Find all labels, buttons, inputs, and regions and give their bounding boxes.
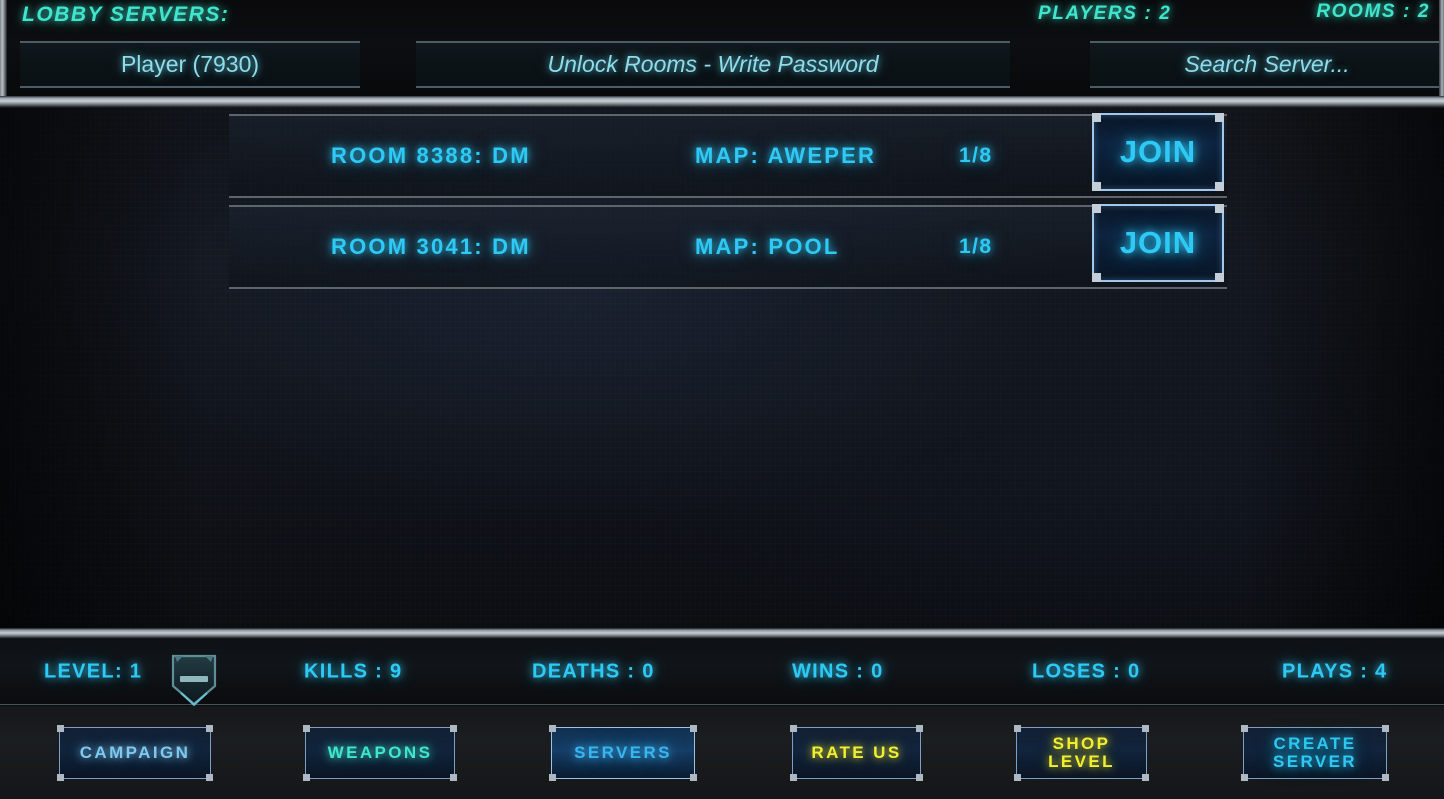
- corner-marker-icon: [450, 725, 457, 732]
- nav-button-rate-us[interactable]: RATE US: [790, 725, 923, 781]
- corner-marker-icon: [57, 725, 64, 732]
- join-button[interactable]: JOIN: [1092, 113, 1224, 191]
- corner-marker-icon: [790, 774, 797, 781]
- nav-button-campaign[interactable]: CAMPAIGN: [57, 725, 213, 781]
- header-title-row: LOBBY SERVERS: PLAYERS : 2 ROOMS : 2: [0, 0, 1444, 34]
- stat-wins: WINS : 0: [792, 660, 884, 682]
- room-slots: 1/8: [959, 235, 993, 258]
- room-map: MAP: AWEPER: [695, 143, 877, 168]
- corner-marker-icon: [1142, 774, 1149, 781]
- nav-label-rate-us: RATE US: [811, 743, 902, 763]
- player-name-value: Player (7930): [120, 51, 260, 77]
- corner-marker-icon: [1215, 113, 1224, 122]
- join-button[interactable]: JOIN: [1092, 204, 1224, 282]
- nav-label-create-server: CREATE SERVER: [1272, 734, 1357, 771]
- join-button-label: JOIN: [1119, 134, 1197, 169]
- nav-label-shop-level: SHOP LEVEL: [1048, 734, 1115, 771]
- corner-marker-icon: [790, 725, 797, 732]
- corner-marker-icon: [206, 725, 213, 732]
- corner-marker-icon: [1382, 725, 1389, 732]
- corner-marker-icon: [1241, 774, 1248, 781]
- unlock-password-input[interactable]: Unlock Rooms - Write Password: [416, 41, 1010, 88]
- nav-button-servers[interactable]: SERVERS: [549, 725, 697, 781]
- corner-marker-icon: [1215, 204, 1224, 213]
- footer-divider: [0, 628, 1444, 639]
- room-map: MAP: POOL: [695, 234, 840, 259]
- corner-marker-icon: [1092, 113, 1101, 122]
- header-divider: [0, 96, 1444, 108]
- server-list-panel: ROOM 8388: DM MAP: AWEPER 1/8 JOIN ROOM …: [0, 108, 1444, 628]
- corner-marker-icon: [57, 774, 64, 781]
- nav-label-campaign: CAMPAIGN: [79, 743, 191, 763]
- table-row[interactable]: ROOM 8388: DM MAP: AWEPER 1/8 JOIN: [229, 113, 1227, 198]
- rooms-count-label: ROOMS : 2: [1316, 1, 1430, 22]
- stat-loses: LOSES : 0: [1032, 660, 1141, 682]
- player-name-input[interactable]: Player (7930): [20, 41, 360, 88]
- corner-marker-icon: [1241, 725, 1248, 732]
- nav-button-weapons[interactable]: WEAPONS: [303, 725, 457, 781]
- nav-label-weapons: WEAPONS: [327, 743, 433, 763]
- stat-level: LEVEL: 1: [44, 660, 143, 682]
- search-server-input[interactable]: Search Server...: [1090, 41, 1444, 88]
- corner-marker-icon: [303, 774, 310, 781]
- room-list: ROOM 8388: DM MAP: AWEPER 1/8 JOIN ROOM …: [229, 113, 1227, 296]
- stat-plays: PLAYS : 4: [1282, 660, 1388, 682]
- players-count-label: PLAYERS : 2: [1038, 3, 1172, 24]
- corner-marker-icon: [549, 774, 556, 781]
- table-row[interactable]: ROOM 3041: DM MAP: POOL 1/8 JOIN: [229, 204, 1227, 289]
- corner-marker-icon: [1092, 204, 1101, 213]
- page-title: LOBBY SERVERS:: [22, 3, 230, 26]
- corner-marker-icon: [303, 725, 310, 732]
- level-shield-icon: [167, 652, 221, 708]
- corner-marker-icon: [206, 774, 213, 781]
- room-slots: 1/8: [959, 144, 993, 167]
- join-button-label: JOIN: [1119, 225, 1197, 260]
- stat-deaths: DEATHS : 0: [532, 660, 655, 682]
- corner-marker-icon: [916, 725, 923, 732]
- stat-kills: KILLS : 9: [304, 660, 403, 682]
- corner-marker-icon: [1092, 182, 1101, 191]
- corner-marker-icon: [1014, 725, 1021, 732]
- header-bar: LOBBY SERVERS: PLAYERS : 2 ROOMS : 2 Pla…: [0, 0, 1444, 96]
- room-name: ROOM 3041: DM: [331, 234, 531, 259]
- game-lobby-screen: LOBBY SERVERS: PLAYERS : 2 ROOMS : 2 Pla…: [0, 0, 1444, 799]
- corner-marker-icon: [916, 774, 923, 781]
- corner-marker-icon: [549, 725, 556, 732]
- nav-button-shop-level[interactable]: SHOP LEVEL: [1014, 725, 1149, 781]
- room-name: ROOM 8388: DM: [331, 143, 531, 168]
- corner-marker-icon: [1014, 774, 1021, 781]
- search-server-placeholder: Search Server...: [1184, 51, 1350, 77]
- nav-label-servers: SERVERS: [574, 743, 672, 763]
- corner-marker-icon: [1092, 273, 1101, 282]
- corner-marker-icon: [690, 725, 697, 732]
- corner-marker-icon: [1215, 273, 1224, 282]
- corner-marker-icon: [1382, 774, 1389, 781]
- corner-marker-icon: [1215, 182, 1224, 191]
- unlock-password-placeholder: Unlock Rooms - Write Password: [547, 51, 879, 77]
- corner-marker-icon: [1142, 725, 1149, 732]
- corner-marker-icon: [450, 774, 457, 781]
- bottom-navigation: CAMPAIGN WEAPONS SERVERS RATE US SHOP LE…: [0, 706, 1444, 799]
- nav-button-create-server[interactable]: CREATE SERVER: [1241, 725, 1389, 781]
- corner-marker-icon: [690, 774, 697, 781]
